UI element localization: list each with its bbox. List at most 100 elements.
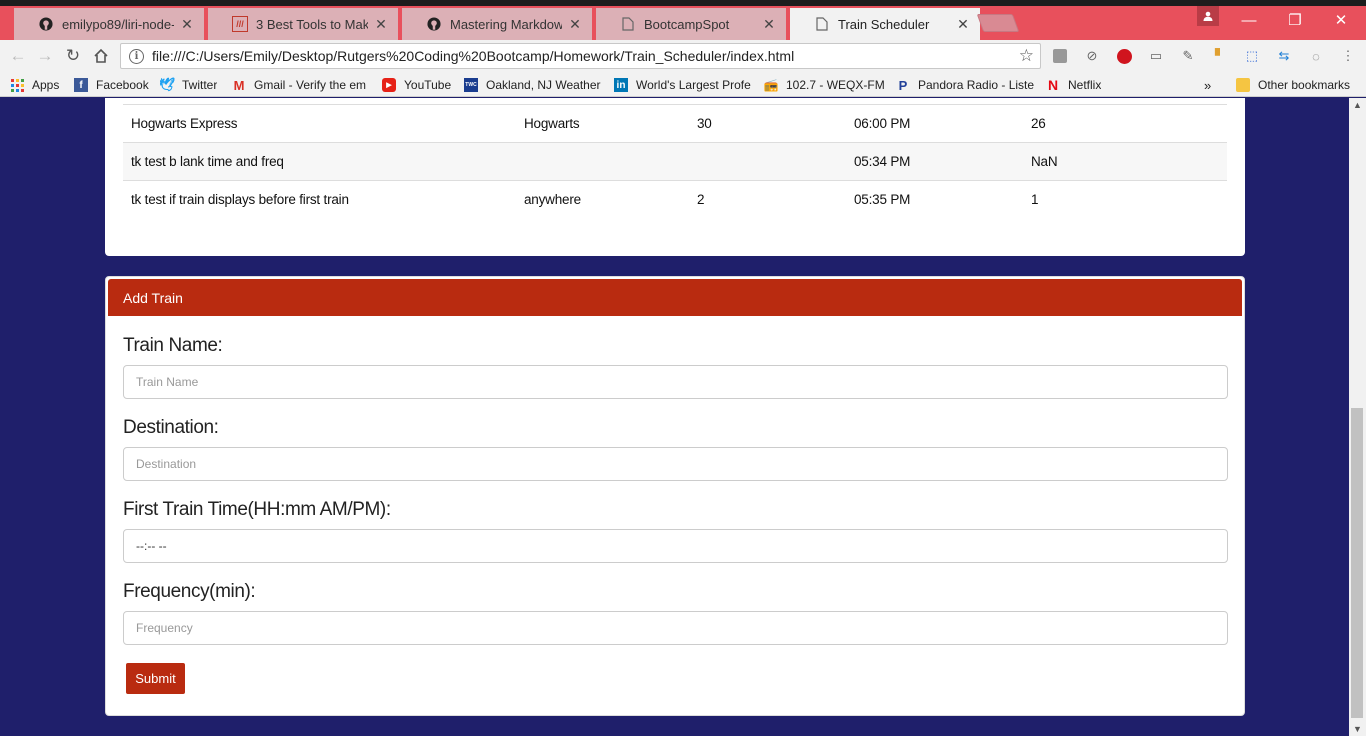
destination-cell [516, 142, 689, 181]
table-row: tk test if train displays before first t… [123, 180, 1227, 219]
close-icon[interactable]: ✕ [180, 16, 194, 33]
folder-icon [1236, 78, 1250, 92]
page-scrollbar[interactable]: ▲ ▼ [1349, 98, 1366, 736]
extension-icon[interactable] [1050, 46, 1070, 66]
browser-tab-strip: emilypo89/liri-node-app ✕ /// 3 Best Too… [0, 0, 1366, 40]
next-arrival-cell: 05:34 PM [846, 142, 1023, 181]
destination-cell: Hogwarts [516, 104, 689, 143]
bookmark-facebook[interactable]: f Facebook [74, 76, 152, 94]
bookmark-pandora[interactable]: P Pandora Radio - Liste [896, 76, 1034, 94]
extension-red-icon[interactable] [1114, 46, 1134, 66]
tab-bootcampspot[interactable]: BootcampSpot ✕ [596, 8, 786, 40]
address-bar[interactable]: i file:///C:/Users/Emily/Desktop/Rutgers… [120, 43, 1041, 69]
tab-liri-node-app[interactable]: emilypo89/liri-node-app ✕ [14, 8, 204, 40]
github-icon [38, 16, 54, 32]
frequency-label: Frequency(min): [123, 581, 256, 602]
minutes-away-cell: 26 [1023, 104, 1227, 143]
tab-mastering-markdown[interactable]: Mastering Markdown · G ✕ [402, 8, 592, 40]
bookmarks-overflow-button[interactable]: » [1204, 76, 1218, 94]
reload-icon[interactable]: ↻ [61, 44, 85, 68]
facebook-icon: f [74, 78, 88, 92]
next-arrival-cell: 05:35 PM [846, 180, 1023, 219]
minimize-icon[interactable]: — [1226, 8, 1272, 32]
eyedropper-icon[interactable]: ✎ [1178, 46, 1198, 66]
window-top-border [0, 0, 1366, 6]
bookmark-netflix[interactable]: N Netflix [1046, 76, 1112, 94]
destination-cell: anywhere [516, 180, 689, 219]
profile-icon[interactable] [1197, 6, 1219, 26]
tab-title: 3 Best Tools to Make Fre [256, 16, 368, 32]
window-close-icon[interactable]: ✕ [1318, 8, 1364, 32]
linkedin-icon: in [614, 78, 628, 92]
next-arrival-cell: 06:00 PM [846, 104, 1023, 143]
add-train-header: Add Train [108, 279, 1242, 316]
page-icon [814, 16, 830, 32]
bookmark-gmail[interactable]: M Gmail - Verify the em [232, 76, 370, 94]
page-viewport: Hogwarts Express Hogwarts 30 06:00 PM 26… [0, 98, 1349, 736]
minutes-away-cell: NaN [1023, 142, 1227, 181]
train-name-cell: tk test b lank time and freq [123, 142, 516, 181]
table-row: Hogwarts Express Hogwarts 30 06:00 PM 26 [123, 104, 1227, 143]
gmail-icon: M [233, 77, 245, 93]
frequency-cell: 2 [689, 180, 846, 219]
bookmarks-bar: Apps f Facebook 🕊 Twitter M Gmail - Veri… [0, 72, 1366, 97]
table-row: tk test b lank time and freq 05:34 PM Na… [123, 142, 1227, 181]
extension-ruler-icon[interactable]: ▘ [1210, 46, 1230, 66]
minutes-away-cell: 1 [1023, 180, 1227, 219]
back-icon[interactable]: ← [6, 44, 30, 68]
tab-train-scheduler[interactable]: Train Scheduler ✕ [790, 8, 980, 40]
submit-button[interactable]: Submit [126, 663, 185, 694]
cast-icon[interactable]: ▭ [1146, 46, 1166, 66]
url-text: file:///C:/Users/Emily/Desktop/Rutgers%2… [152, 48, 795, 64]
home-icon[interactable] [89, 44, 113, 68]
github-icon [426, 16, 442, 32]
twitter-icon: 🕊 [160, 77, 176, 92]
destination-input[interactable] [123, 447, 1228, 481]
train-name-label: Train Name: [123, 335, 223, 356]
close-icon[interactable]: ✕ [374, 16, 388, 33]
info-icon[interactable]: i [129, 48, 144, 64]
destination-label: Destination: [123, 417, 219, 438]
close-icon[interactable]: ✕ [762, 16, 776, 33]
frequency-cell: 30 [689, 104, 846, 143]
train-name-input[interactable] [123, 365, 1228, 399]
youtube-icon: ▶ [382, 78, 396, 92]
frequency-input[interactable] [123, 611, 1228, 645]
bookmark-twitter[interactable]: 🕊 Twitter [160, 76, 224, 94]
first-train-time-input[interactable] [123, 529, 1228, 563]
menu-icon[interactable]: ⋮ [1338, 46, 1358, 66]
bookmark-apps[interactable]: Apps [10, 76, 66, 94]
tab-title: Mastering Markdown · G [450, 16, 562, 32]
pandora-icon: P [898, 77, 908, 93]
scroll-down-icon[interactable]: ▼ [1353, 724, 1362, 734]
radio-icon: 📻 [764, 78, 779, 92]
sync-arrows-icon[interactable]: ⇆ [1274, 46, 1294, 66]
screenshot-icon[interactable]: ⬚ [1242, 46, 1262, 66]
scrollbar-thumb[interactable] [1351, 408, 1363, 718]
first-train-time-label: First Train Time(HH:mm AM/PM): [123, 499, 391, 520]
tab-title: emilypo89/liri-node-app [62, 16, 174, 32]
train-schedule-panel: Hogwarts Express Hogwarts 30 06:00 PM 26… [105, 98, 1245, 256]
browser-toolbar: ← → ↻ i file:///C:/Users/Emily/Desktop/R… [0, 40, 1366, 72]
scroll-up-icon[interactable]: ▲ [1353, 100, 1362, 110]
tab-title: Train Scheduler [838, 16, 930, 32]
extension-circle-icon[interactable]: ◌ [1306, 46, 1326, 66]
weather-channel-icon: TWC [464, 78, 478, 92]
restore-icon[interactable]: ❐ [1272, 8, 1318, 32]
bookmark-weqx[interactable]: 📻 102.7 - WEQX-FM [764, 76, 888, 94]
apps-icon [10, 78, 24, 92]
netflix-icon: N [1047, 77, 1059, 93]
other-bookmarks[interactable]: Other bookmarks [1236, 76, 1362, 94]
frequency-cell [689, 142, 846, 181]
bookmark-linkedin[interactable]: in World's Largest Profe [614, 76, 754, 94]
forward-icon[interactable]: → [33, 44, 57, 68]
new-tab-button[interactable] [976, 14, 1020, 32]
close-icon[interactable]: ✕ [568, 16, 582, 33]
bookmark-star-icon[interactable]: ☆ [1019, 46, 1034, 66]
extension-blocked-icon[interactable]: ⊘ [1082, 46, 1102, 66]
close-icon[interactable]: ✕ [956, 16, 970, 33]
tab-best-tools[interactable]: /// 3 Best Tools to Make Fre ✕ [208, 8, 398, 40]
bookmark-youtube[interactable]: ▶ YouTube [382, 76, 456, 94]
bookmark-weather[interactable]: TWC Oakland, NJ Weather [464, 76, 602, 94]
page-icon [620, 16, 636, 32]
